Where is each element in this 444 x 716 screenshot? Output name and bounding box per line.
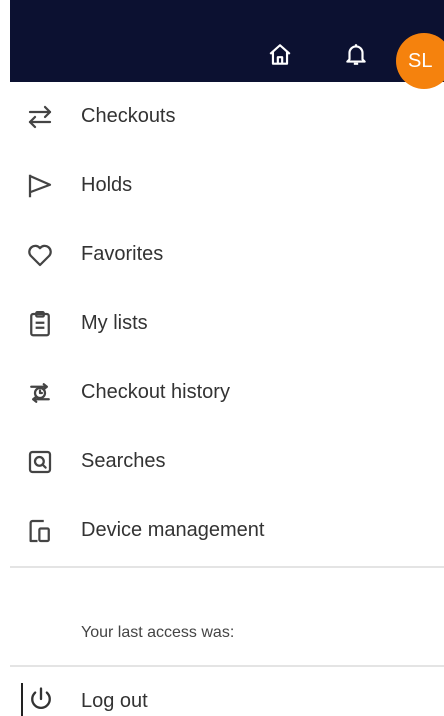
menu-item-label: Checkouts [81, 105, 176, 127]
avatar-initials: SL [408, 49, 433, 72]
home-button[interactable] [263, 38, 297, 72]
menu-item-label: Searches [81, 450, 166, 472]
menu-item-favorites[interactable]: Favorites [10, 220, 444, 289]
swap-arrows-icon [24, 101, 56, 133]
menu-item-label: My lists [81, 312, 148, 334]
menu-item-device-management[interactable]: Device management [10, 496, 444, 565]
menu-item-label: Device management [81, 519, 265, 541]
menu-item-label: Holds [81, 174, 133, 196]
menu-item-label: Favorites [81, 243, 164, 265]
home-icon [269, 44, 291, 65]
heart-icon [24, 239, 56, 271]
flag-icon [24, 170, 56, 202]
logout-label: Log out [81, 690, 148, 712]
power-icon [26, 684, 56, 714]
divider [10, 566, 444, 568]
notifications-button[interactable] [339, 37, 373, 71]
history-icon [24, 377, 56, 409]
menu-item-searches[interactable]: Searches [10, 427, 444, 496]
menu-item-my-lists[interactable]: My lists [10, 289, 444, 358]
menu-item-checkout-history[interactable]: Checkout history [10, 358, 444, 427]
avatar[interactable]: SL [396, 33, 444, 89]
account-menu-page: SL Checkouts Holds Favorites My lists Ch… [0, 0, 444, 716]
account-menu: Checkouts Holds Favorites My lists Check… [10, 82, 444, 565]
menu-item-holds[interactable]: Holds [10, 151, 444, 220]
menu-item-checkouts[interactable]: Checkouts [10, 82, 444, 151]
top-bar [10, 0, 444, 82]
logout-button[interactable]: Log out [10, 668, 444, 716]
text-caret [21, 683, 23, 716]
bell-icon [346, 44, 366, 65]
left-strip [0, 0, 10, 716]
menu-item-label: Checkout history [81, 381, 230, 403]
devices-icon [24, 515, 56, 547]
search-box-icon [24, 446, 56, 478]
last-access-label: Your last access was: [81, 624, 235, 641]
clipboard-icon [24, 308, 56, 340]
divider [10, 665, 444, 667]
